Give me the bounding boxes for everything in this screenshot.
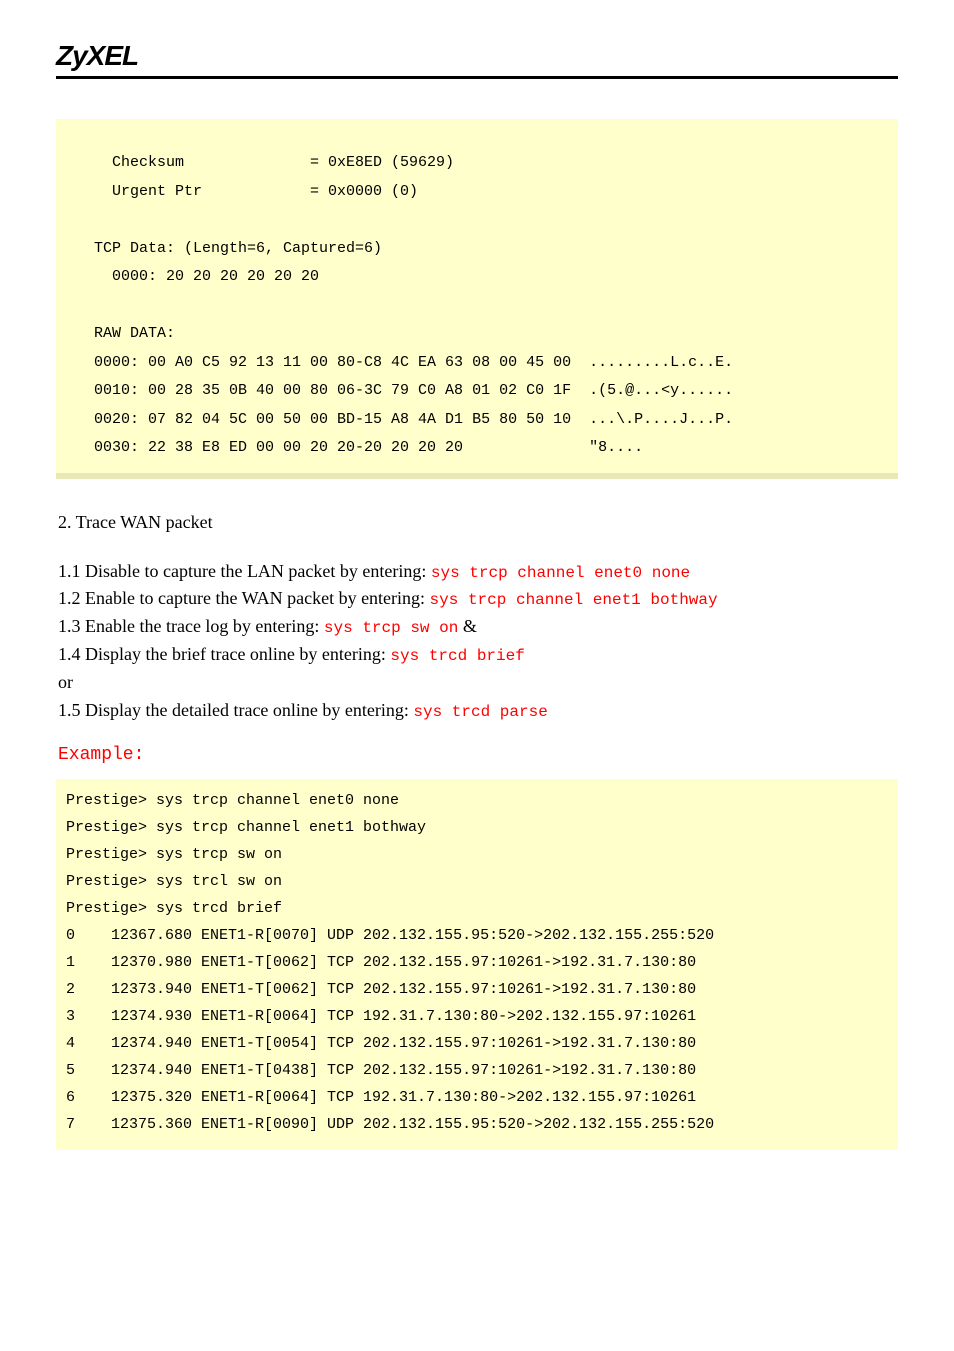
step-text: 1.2 Enable to capture the WAN packet by … — [58, 588, 430, 608]
output-line: Prestige> sys trcl sw on — [66, 873, 282, 890]
command-text: sys trcp channel enet1 bothway — [430, 591, 718, 609]
packet-dump-box: Checksum = 0xE8ED (59629) Urgent Ptr = 0… — [56, 119, 898, 479]
dump-line: 0000: 00 A0 C5 92 13 11 00 80-C8 4C EA 6… — [76, 354, 733, 371]
command-text: sys trcp sw on — [324, 619, 458, 637]
dump-line: RAW DATA: — [76, 325, 175, 342]
command-text: sys trcp channel enet0 none — [431, 564, 690, 582]
step-line: 1.4 Display the brief trace online by en… — [58, 641, 896, 669]
steps-list: 1.1 Disable to capture the LAN packet by… — [58, 558, 896, 725]
step-text: or — [58, 672, 73, 692]
dump-line: TCP Data: (Length=6, Captured=6) — [76, 240, 382, 257]
output-line: Prestige> sys trcp channel enet1 bothway — [66, 819, 426, 836]
output-line: 2 12373.940 ENET1-T[0062] TCP 202.132.15… — [66, 981, 696, 998]
step-text: 1.4 Display the brief trace online by en… — [58, 644, 390, 664]
brand-logo: ZyXEL — [56, 40, 898, 72]
step-text: & — [458, 616, 477, 636]
step-line: 1.3 Enable the trace log by entering: sy… — [58, 613, 896, 641]
step-line: 1.5 Display the detailed trace online by… — [58, 697, 896, 725]
dump-line: Urgent Ptr = 0x0000 (0) — [76, 183, 418, 200]
dump-line: 0020: 07 82 04 5C 00 50 00 BD-15 A8 4A D… — [76, 411, 733, 428]
section-heading: 2. Trace WAN packet — [58, 509, 896, 536]
dump-line: 0030: 22 38 E8 ED 00 00 20 20-20 20 20 2… — [76, 439, 643, 456]
output-line: 7 12375.360 ENET1-R[0090] UDP 202.132.15… — [66, 1116, 714, 1133]
example-heading: Example: — [58, 745, 896, 765]
command-text: sys trcd parse — [413, 703, 547, 721]
example-output-box: Prestige> sys trcp channel enet0 none Pr… — [56, 779, 898, 1150]
step-text: 1.1 Disable to capture the LAN packet by… — [58, 561, 431, 581]
output-line: 0 12367.680 ENET1-R[0070] UDP 202.132.15… — [66, 927, 714, 944]
header-divider — [56, 76, 898, 79]
output-line: Prestige> sys trcd brief — [66, 900, 282, 917]
dump-line: 0000: 20 20 20 20 20 20 — [76, 268, 319, 285]
output-line: Prestige> sys trcp channel enet0 none — [66, 792, 399, 809]
output-line: 1 12370.980 ENET1-T[0062] TCP 202.132.15… — [66, 954, 696, 971]
output-line: Prestige> sys trcp sw on — [66, 846, 282, 863]
step-line: 1.1 Disable to capture the LAN packet by… — [58, 558, 896, 586]
command-text: sys trcd brief — [390, 647, 524, 665]
dump-line: Checksum = 0xE8ED (59629) — [76, 154, 454, 171]
step-text: 1.5 Display the detailed trace online by… — [58, 700, 413, 720]
output-line: 5 12374.940 ENET1-T[0438] TCP 202.132.15… — [66, 1062, 696, 1079]
step-text: 1.3 Enable the trace log by entering: — [58, 616, 324, 636]
output-line: 4 12374.940 ENET1-T[0054] TCP 202.132.15… — [66, 1035, 696, 1052]
step-line: 1.2 Enable to capture the WAN packet by … — [58, 585, 896, 613]
output-line: 3 12374.930 ENET1-R[0064] TCP 192.31.7.1… — [66, 1008, 696, 1025]
step-line: or — [58, 669, 896, 697]
dump-line: 0010: 00 28 35 0B 40 00 80 06-3C 79 C0 A… — [76, 382, 733, 399]
output-line: 6 12375.320 ENET1-R[0064] TCP 192.31.7.1… — [66, 1089, 696, 1106]
